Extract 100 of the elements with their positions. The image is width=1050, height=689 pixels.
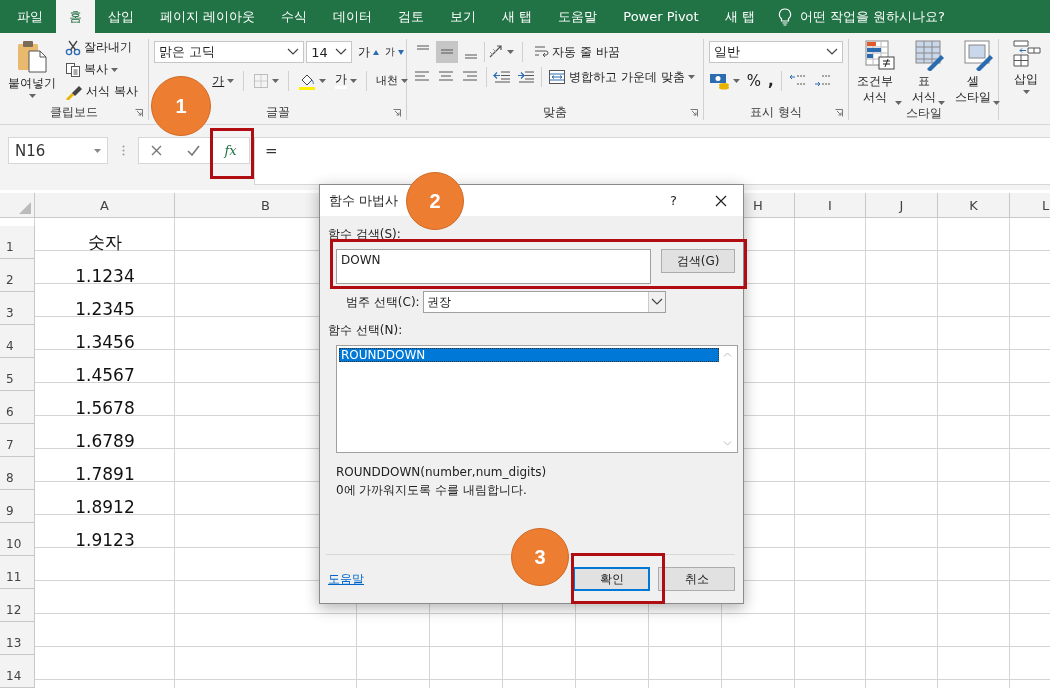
number-format-field[interactable]: 일반	[708, 41, 843, 63]
copy-button[interactable]: 복사	[65, 61, 138, 78]
ribbon-tab[interactable]: 수식	[268, 0, 321, 33]
tell-me-text[interactable]: 어떤 작업을 원하시나요?	[799, 7, 945, 26]
ribbon-tab[interactable]: 페이지 레이아웃	[147, 0, 269, 33]
wrap-text-icon	[533, 44, 550, 60]
clipboard-icon	[16, 39, 48, 73]
dialog-launcher-icon[interactable]	[689, 108, 698, 117]
search-field[interactable]: DOWN	[336, 249, 652, 284]
caret-icon	[1022, 90, 1030, 94]
column-header[interactable]: A	[35, 193, 175, 218]
caret-icon	[350, 79, 358, 83]
dialog-launcher-icon[interactable]	[835, 108, 843, 117]
ribbon-tab[interactable]: 홈	[56, 0, 95, 33]
comma-button[interactable]: ,	[767, 72, 774, 90]
cut-button[interactable]: 잘라내기	[65, 39, 138, 56]
column-header[interactable]: J	[866, 193, 938, 218]
dialog-button[interactable]: 확인	[573, 567, 650, 591]
dialog-button[interactable]: 취소	[658, 567, 735, 591]
caret-icon	[94, 148, 101, 153]
currency-icon[interactable]	[708, 72, 731, 90]
row-header[interactable]: 4	[0, 325, 35, 358]
insert-function-button[interactable]: fx	[224, 143, 237, 158]
caret-icon	[938, 101, 945, 105]
row-header[interactable]: 1	[0, 226, 35, 259]
name-box[interactable]: N16	[8, 137, 108, 164]
grow-font-button[interactable]: 가	[358, 43, 380, 61]
conditional-format-button[interactable]: 조건부 서식	[854, 39, 905, 105]
row-header[interactable]: 6	[0, 391, 35, 424]
table-cell-text: 1.6789	[74, 429, 136, 453]
row-header[interactable]: 14	[0, 655, 35, 688]
ribbon-tab[interactable]: 검토	[385, 0, 438, 33]
phonetic-button[interactable]: 내천	[376, 75, 409, 87]
table-cell-text: 1.8912	[74, 495, 136, 519]
ribbon-tab[interactable]: 데이터	[320, 0, 386, 33]
field-label: 범주 선택(C):	[346, 293, 420, 311]
caret-icon	[507, 50, 515, 54]
dialog-launcher-icon[interactable]	[135, 108, 144, 117]
ribbon-tab[interactable]: 새 탭	[489, 0, 546, 33]
ribbon-tab[interactable]: 도움말	[545, 0, 611, 33]
row-header[interactable]: 8	[0, 457, 35, 490]
decrease-indent-icon[interactable]	[493, 69, 512, 85]
increase-indent-icon[interactable]	[517, 69, 536, 85]
ribbon-tab[interactable]: 보기	[437, 0, 490, 33]
column-header[interactable]: L	[1010, 193, 1050, 218]
conditional-format-icon	[863, 39, 896, 71]
row-header[interactable]: 11	[0, 556, 35, 589]
check-icon[interactable]	[186, 145, 200, 156]
fill-color-icon[interactable]	[298, 72, 317, 90]
font-size-field[interactable]: 14	[306, 41, 353, 63]
ribbon-tab[interactable]: Power Pivot	[610, 0, 712, 33]
font-color-button[interactable]: 가	[335, 73, 358, 89]
copy-icon	[65, 61, 81, 78]
percent-button[interactable]: %	[746, 72, 761, 90]
group-label: 스타일	[905, 105, 942, 122]
cell-styles-button[interactable]: 셀 스타일	[952, 39, 1003, 105]
row-header[interactable]: 3	[0, 292, 35, 325]
row-header[interactable]: 7	[0, 424, 35, 457]
lightbulb-icon[interactable]	[777, 7, 792, 26]
merge-cells-icon	[548, 69, 567, 85]
insert-button[interactable]: 삽입	[1007, 39, 1045, 120]
help-button[interactable]: ?	[670, 193, 677, 208]
list-item[interactable]: ROUNDDOWN	[339, 348, 719, 362]
ribbon-tab[interactable]: 파일	[4, 0, 56, 33]
function-list[interactable]: ROUNDDOWN	[336, 345, 738, 453]
decrease-decimal-icon[interactable]	[813, 73, 832, 89]
chevron-down-icon	[650, 298, 663, 306]
wrap-text-button[interactable]: 자동 줄 바꿈	[533, 43, 620, 61]
row-header[interactable]: 9	[0, 490, 35, 523]
column-header[interactable]: K	[938, 193, 1010, 218]
formula-field[interactable]: =	[254, 137, 1050, 185]
caret-icon	[732, 79, 740, 83]
caret-icon	[993, 101, 1000, 105]
column-header[interactable]: I	[795, 193, 866, 218]
row-header[interactable]: 5	[0, 358, 35, 391]
align-icon[interactable]	[436, 41, 459, 63]
row-header[interactable]: 2	[0, 259, 35, 292]
ribbon-tab[interactable]: 삽입	[95, 0, 147, 33]
category-dropdown[interactable]: 권장	[422, 291, 666, 313]
caret-icon	[272, 79, 280, 83]
underline-button[interactable]: 가	[212, 72, 235, 90]
table-format-button[interactable]: 표 서식	[909, 39, 948, 105]
dialog-launcher-icon[interactable]	[393, 108, 402, 117]
table-cell-text: 1.7891	[74, 462, 136, 486]
close-icon[interactable]	[715, 194, 727, 207]
cancel-icon[interactable]	[151, 145, 163, 156]
paintbrush-icon	[65, 83, 83, 100]
row-header[interactable]: 13	[0, 622, 35, 655]
row-header[interactable]: 12	[0, 589, 35, 622]
paste-button[interactable]: 붙여넣기	[5, 39, 59, 104]
help-link[interactable]: 도움말	[328, 570, 364, 588]
ribbon-tab[interactable]: 새 탭	[711, 0, 768, 33]
search-button[interactable]: 검색(G)	[661, 249, 735, 273]
merge-center-button[interactable]: 병합하고 가운데 맞춤	[548, 68, 695, 86]
format-painter-button[interactable]: 서식 복사	[65, 83, 138, 100]
table-cell-text: 1.3456	[74, 330, 136, 354]
font-name-field[interactable]: 맑은 고딕	[154, 41, 305, 63]
row-header[interactable]: 10	[0, 523, 35, 556]
shrink-font-button[interactable]: 가	[385, 45, 405, 59]
table-cell-text: 1.9123	[74, 528, 136, 552]
